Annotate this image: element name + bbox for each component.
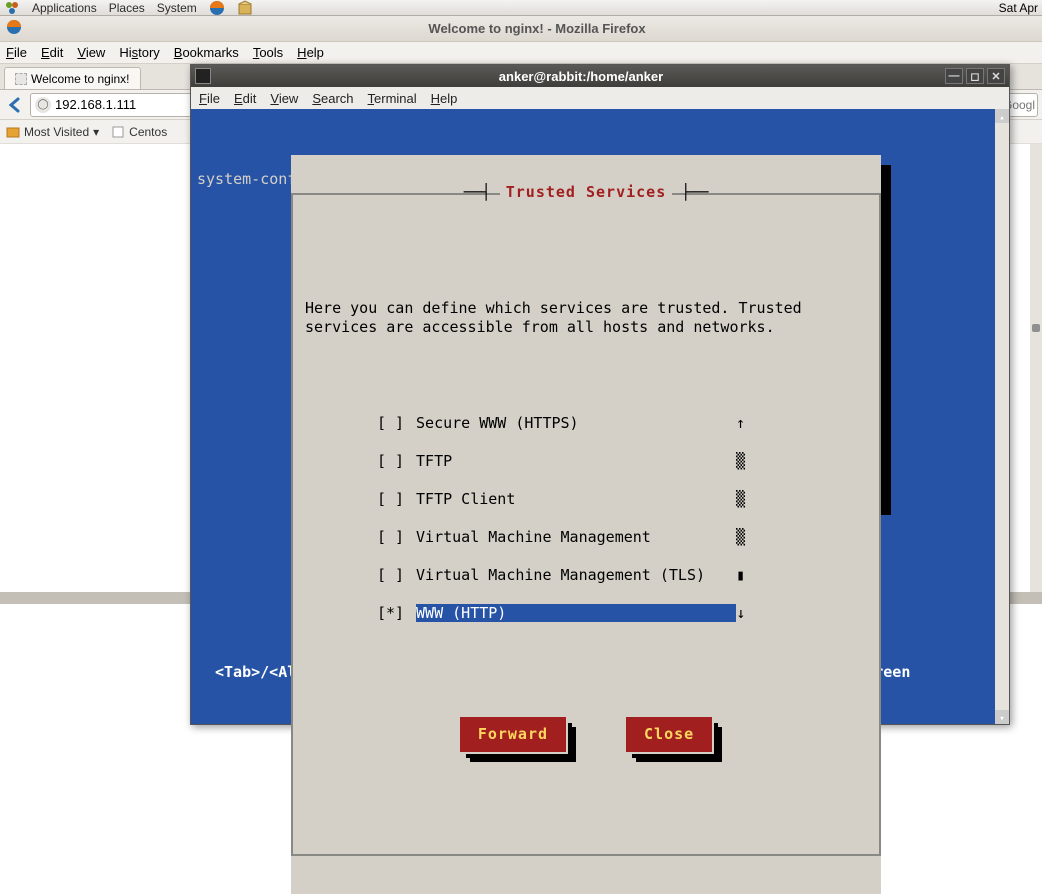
bookmark-label: Centos <box>129 125 167 139</box>
firefox-launcher-icon[interactable] <box>209 0 225 16</box>
service-item-tftp[interactable]: [ ] TFTP▒ <box>377 452 867 471</box>
service-item-vmm[interactable]: [ ] Virtual Machine Management▒ <box>377 528 867 547</box>
term-menu-file[interactable]: File <box>199 91 220 106</box>
bookmark-label: Most Visited <box>24 125 89 139</box>
dialog-title-bar: ──┤ Trusted Services ├── <box>293 183 879 202</box>
services-list[interactable]: [ ] Secure WWW (HTTPS)↑ [ ] TFTP▒ [ ] TF… <box>305 395 867 661</box>
scroll-down-indicator: ↓ <box>736 604 745 622</box>
firefox-window-icon <box>6 19 26 38</box>
terminal-window-icon <box>195 68 211 84</box>
ff-menu-bookmarks[interactable]: Bookmarks <box>174 45 239 60</box>
term-menu-search[interactable]: Search <box>312 91 353 106</box>
service-item-www[interactable]: [*] WWW (HTTP)↓ <box>377 604 867 623</box>
panel-menu-system[interactable]: System <box>157 1 197 15</box>
terminal-window-title: anker@rabbit:/home/anker <box>217 69 945 84</box>
panel-clock[interactable]: Sat Apr <box>999 1 1038 15</box>
firefox-menubar: File Edit View History Bookmarks Tools H… <box>0 42 1042 64</box>
term-menu-view[interactable]: View <box>270 91 298 106</box>
close-dialog-button[interactable]: Close <box>626 717 712 752</box>
term-menu-edit[interactable]: Edit <box>234 91 256 106</box>
forward-button[interactable]: Forward <box>460 717 566 752</box>
package-launcher-icon[interactable] <box>237 0 253 16</box>
service-item-https[interactable]: [ ] Secure WWW (HTTPS)↑ <box>377 414 867 433</box>
terminal-titlebar[interactable]: anker@rabbit:/home/anker — ◻ ✕ <box>191 65 1009 87</box>
dialog-body-line-1: Here you can define which services are t… <box>305 299 802 317</box>
gnome-foot-icon <box>4 0 20 16</box>
term-menu-terminal[interactable]: Terminal <box>368 91 417 106</box>
gnome-top-panel: Applications Places System Sat Apr <box>0 0 1042 16</box>
browser-tab[interactable]: Welcome to nginx! <box>4 67 141 89</box>
scroll-up-icon[interactable]: ▴ <box>995 109 1009 123</box>
tab-favicon <box>15 73 27 85</box>
minimize-button[interactable]: — <box>945 68 963 84</box>
terminal-scrollbar[interactable]: ▴ ▾ <box>995 109 1009 724</box>
terminal-body[interactable]: ▴ ▾ system-config-firewall ──┤ Trusted S… <box>191 109 1009 724</box>
dialog-title: Trusted Services <box>500 183 673 201</box>
bookmark-centos[interactable]: Centos <box>111 125 167 139</box>
maximize-button[interactable]: ◻ <box>966 68 984 84</box>
panel-menu-places[interactable]: Places <box>109 1 145 15</box>
ff-menu-edit[interactable]: Edit <box>41 45 63 60</box>
terminal-window: anker@rabbit:/home/anker — ◻ ✕ File Edit… <box>190 64 1010 725</box>
ff-menu-history[interactable]: History <box>119 45 159 60</box>
ff-menu-help[interactable]: Help <box>297 45 324 60</box>
service-item-tftp-client[interactable]: [ ] TFTP Client▒ <box>377 490 867 509</box>
scroll-up-indicator: ↑ <box>736 414 745 432</box>
trusted-services-dialog: ──┤ Trusted Services ├── Here you can de… <box>291 155 881 894</box>
firefox-titlebar: Welcome to nginx! - Mozilla Firefox <box>0 16 1042 42</box>
content-scrollbar[interactable] <box>1032 324 1040 332</box>
back-button[interactable] <box>4 94 26 116</box>
panel-menu-applications[interactable]: Applications <box>32 1 97 15</box>
ff-menu-file[interactable]: File <box>6 45 27 60</box>
firefox-window-title: Welcome to nginx! - Mozilla Firefox <box>32 21 1042 36</box>
bookmark-page-icon <box>111 125 125 139</box>
close-button[interactable]: ✕ <box>987 68 1005 84</box>
bookmark-most-visited[interactable]: Most Visited ▾ <box>6 125 99 139</box>
service-item-vmm-tls[interactable]: [ ] Virtual Machine Management (TLS)▮ <box>377 566 867 585</box>
chevron-down-icon: ▾ <box>93 125 99 139</box>
ff-menu-tools[interactable]: Tools <box>253 45 283 60</box>
site-identity-icon[interactable]: ◯ <box>35 97 51 113</box>
terminal-menubar: File Edit View Search Terminal Help <box>191 87 1009 109</box>
dialog-body-line-2: services are accessible from all hosts a… <box>305 318 775 336</box>
ff-menu-view[interactable]: View <box>77 45 105 60</box>
bookmark-folder-icon <box>6 125 20 139</box>
term-menu-help[interactable]: Help <box>431 91 458 106</box>
tab-title: Welcome to nginx! <box>31 72 130 86</box>
scroll-down-icon[interactable]: ▾ <box>995 710 1009 724</box>
